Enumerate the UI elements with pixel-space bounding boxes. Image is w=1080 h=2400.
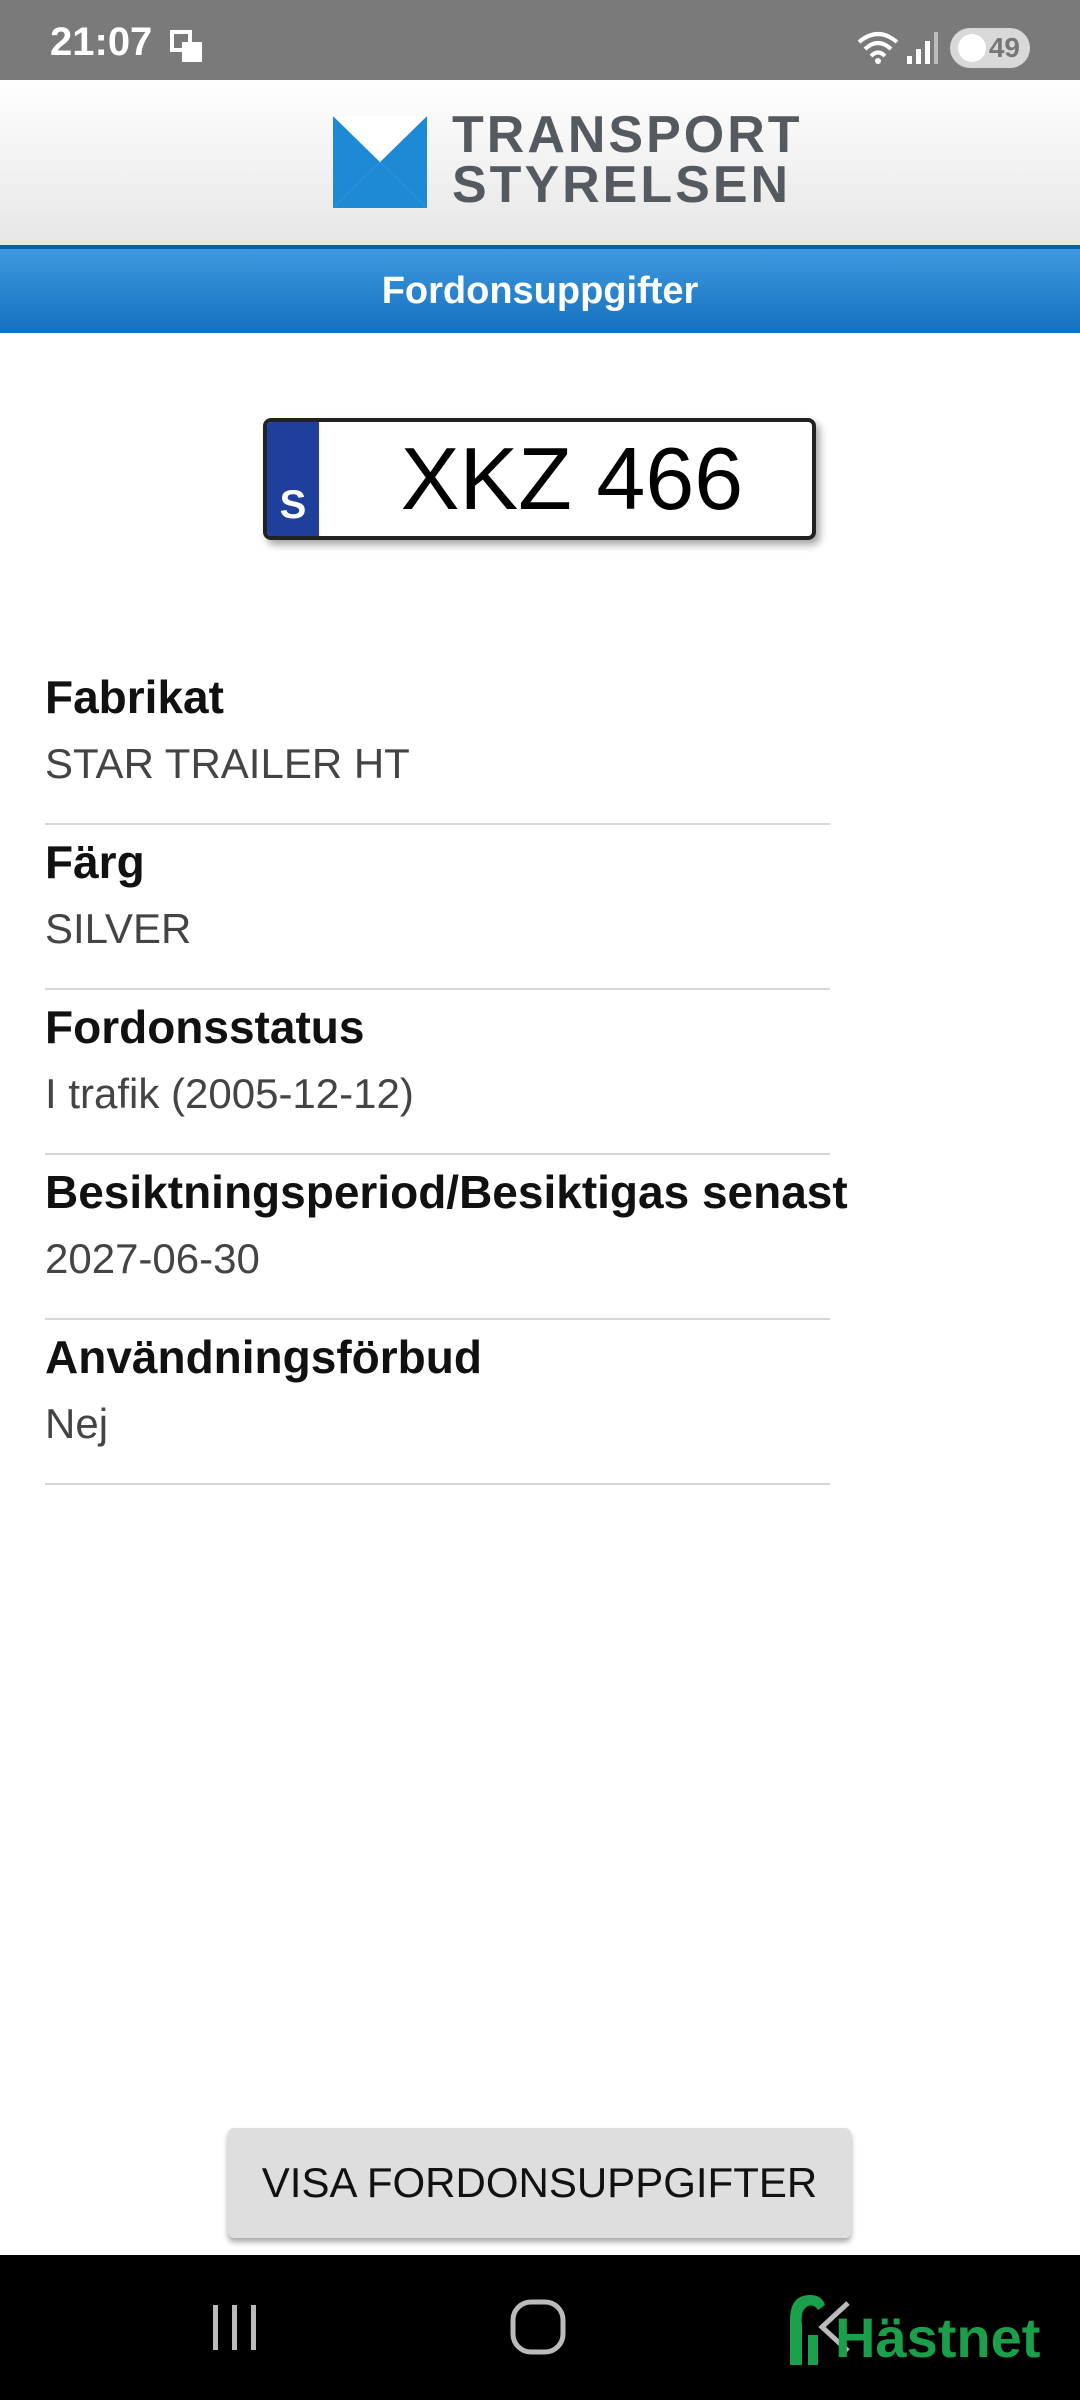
signal-icon bbox=[907, 32, 938, 64]
logo-wordmark: TRANSPORT STYRELSEN bbox=[452, 106, 803, 214]
detail-label: Användningsförbud bbox=[45, 1331, 482, 1383]
plate-country-code: S bbox=[279, 483, 307, 527]
detail-row-make: Fabrikat STAR TRAILER HT bbox=[45, 660, 830, 825]
plate-number: XKZ 466 bbox=[400, 429, 744, 528]
license-plate: S XKZ 466 bbox=[263, 418, 816, 540]
wifi-icon bbox=[857, 32, 899, 64]
page-title: Fordonsuppgifter bbox=[0, 245, 1080, 333]
detail-label: Besiktningsperiod/Besiktigas senast bbox=[45, 1166, 848, 1218]
plate-country-band: S bbox=[267, 422, 319, 536]
logo-line-1: TRANSPORT bbox=[452, 106, 803, 164]
watermark-text: Hästnet bbox=[835, 2306, 1041, 2369]
logo-line-2: STYRELSEN bbox=[452, 156, 792, 214]
vehicle-details: Fabrikat STAR TRAILER HT Färg SILVER For… bbox=[45, 660, 848, 1485]
detail-row-inspection: Besiktningsperiod/Besiktigas senast 2027… bbox=[45, 1155, 848, 1320]
detail-label: Fordonsstatus bbox=[45, 1001, 365, 1053]
detail-row-status: Fordonsstatus I trafik (2005-12-12) bbox=[45, 990, 830, 1155]
screenshot-notification-icon bbox=[170, 30, 202, 62]
detail-label: Fabrikat bbox=[45, 671, 224, 723]
detail-value: I trafik (2005-12-12) bbox=[45, 1070, 414, 1117]
detail-value: STAR TRAILER HT bbox=[45, 740, 410, 787]
detail-value: Nej bbox=[45, 1400, 109, 1447]
transportstyrelsen-logo-icon bbox=[333, 116, 427, 208]
battery-indicator: 49 bbox=[950, 28, 1030, 68]
detail-row-usage-ban: Användningsförbud Nej bbox=[45, 1320, 830, 1485]
recent-apps-icon[interactable] bbox=[205, 2300, 265, 2355]
show-vehicle-details-button[interactable]: VISA FORDONSUPPGIFTER bbox=[228, 2128, 851, 2238]
app-header: TRANSPORT STYRELSEN bbox=[0, 80, 1080, 245]
detail-value: 2027-06-30 bbox=[45, 1235, 260, 1282]
battery-level: 49 bbox=[988, 32, 1020, 63]
status-time: 21:07 bbox=[50, 20, 153, 64]
detail-value: SILVER bbox=[45, 905, 192, 952]
detail-label: Färg bbox=[45, 836, 145, 888]
detail-row-color: Färg SILVER bbox=[45, 825, 830, 990]
status-bar: 21:07 49 bbox=[0, 0, 1080, 80]
power-saving-icon bbox=[958, 34, 986, 62]
home-icon[interactable] bbox=[508, 2297, 568, 2357]
navigation-bar: Hästnet bbox=[0, 2255, 1080, 2400]
